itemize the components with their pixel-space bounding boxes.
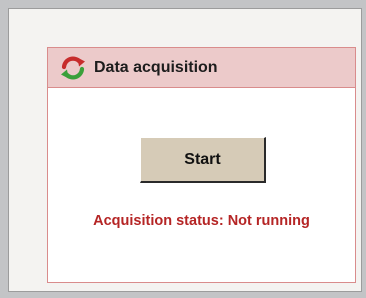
app-canvas: Data acquisition Start Acquisition statu… xyxy=(8,8,362,292)
start-button[interactable]: Start xyxy=(140,137,266,183)
panel-header: Data acquisition xyxy=(48,48,355,88)
panel-title: Data acquisition xyxy=(94,58,218,76)
status-prefix: Acquisition status: xyxy=(93,213,224,229)
acquisition-status: Acquisition status: Not running xyxy=(48,213,355,229)
data-acquisition-panel: Data acquisition Start Acquisition statu… xyxy=(47,47,356,283)
status-value: Not running xyxy=(227,213,310,229)
refresh-arrows-icon xyxy=(60,55,86,81)
